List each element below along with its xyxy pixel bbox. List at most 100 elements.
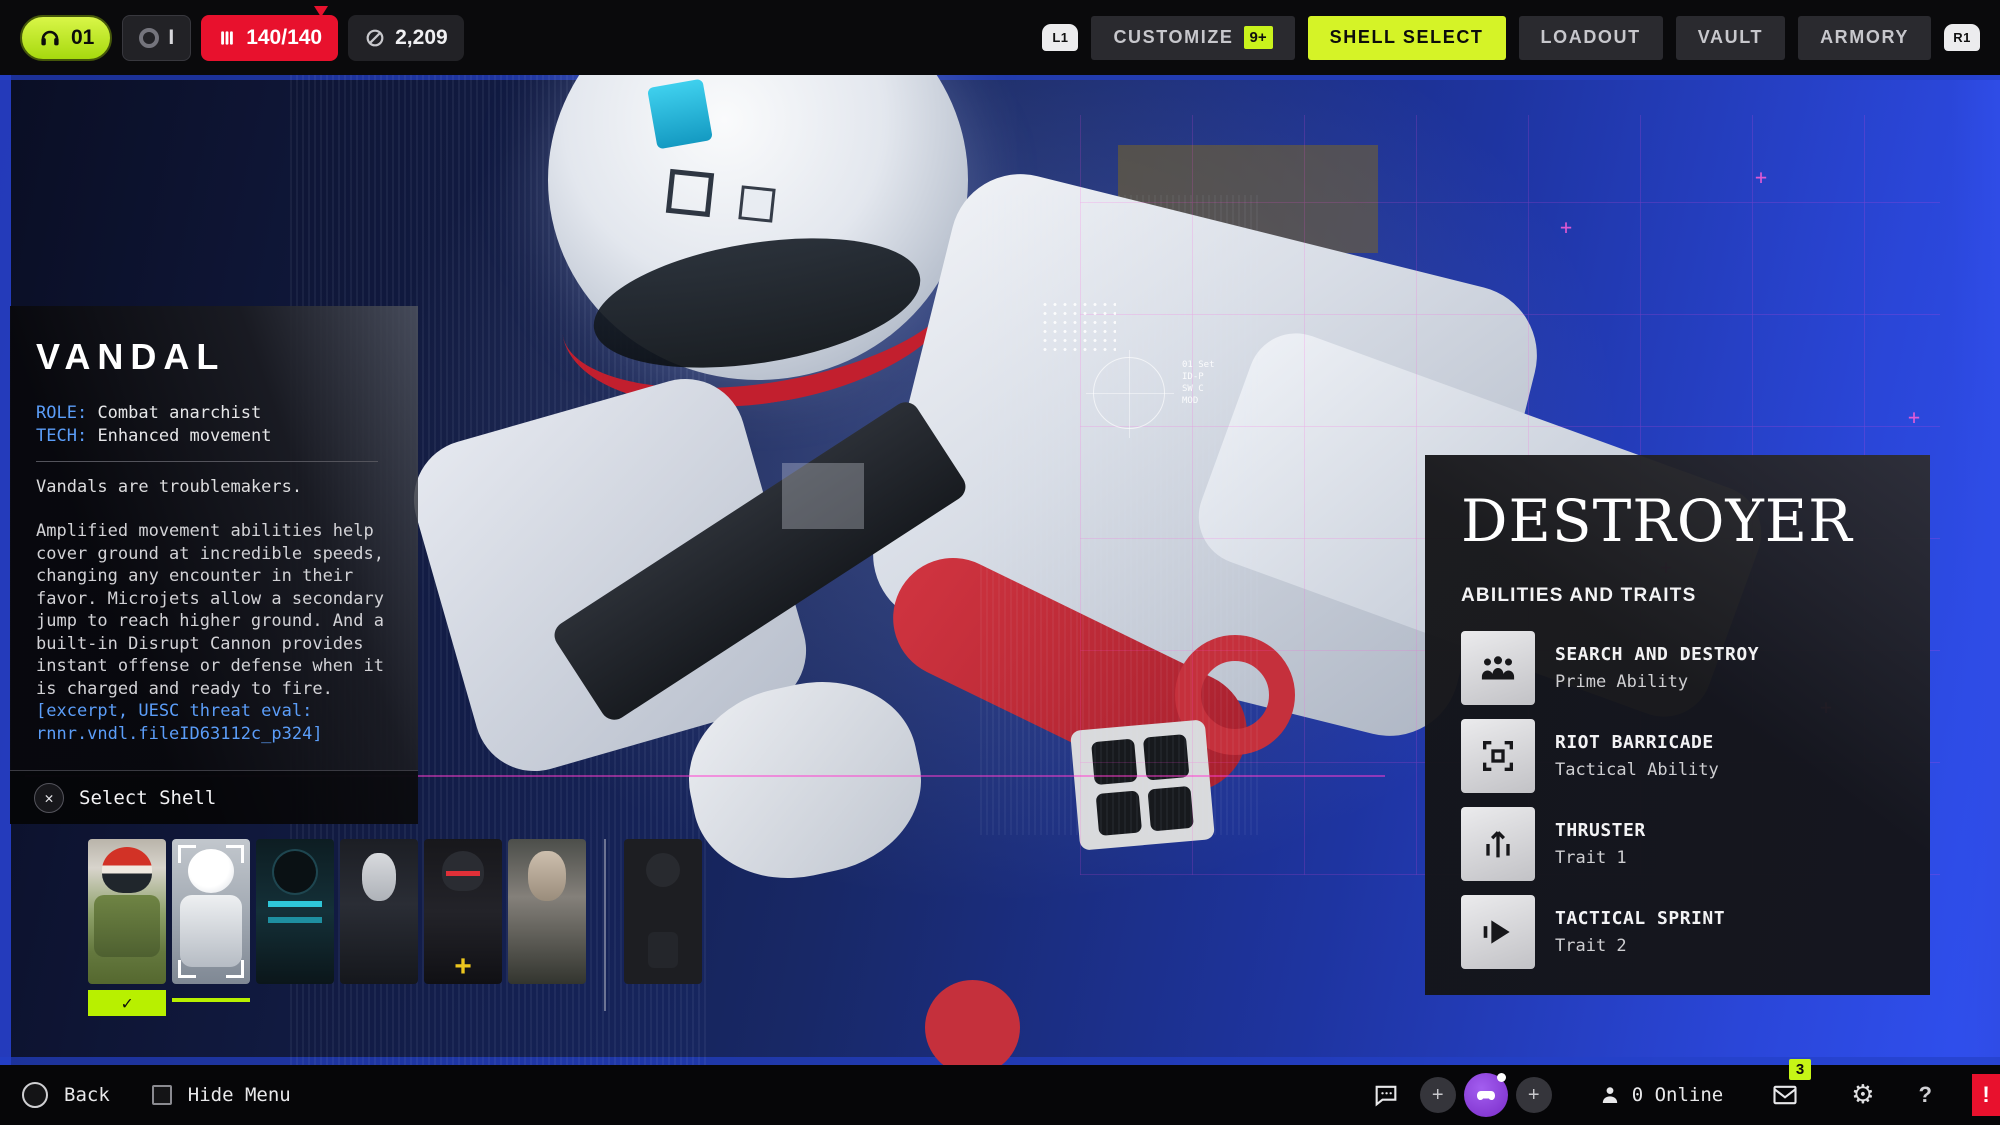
barricade-icon bbox=[1461, 719, 1535, 793]
shell-thumbnail-viewing[interactable] bbox=[172, 839, 250, 984]
l1-shoulder-icon: L1 bbox=[1042, 24, 1078, 51]
purchase-plus-icon: + bbox=[454, 950, 472, 984]
cross-button-icon: ✕ bbox=[34, 783, 64, 813]
ammo-count: 140/140 bbox=[246, 26, 322, 50]
ability-text: TACTICAL SPRINT Trait 2 bbox=[1555, 908, 1725, 956]
alert-notification-tab[interactable]: ! bbox=[1972, 1074, 2000, 1116]
role-value: Combat anarchist bbox=[97, 403, 261, 423]
top-bar-nav: L1 CUSTOMIZE 9+ SHELL SELECT LOADOUT VAU… bbox=[1042, 16, 1980, 60]
tab-shell-select[interactable]: SHELL SELECT bbox=[1308, 16, 1506, 60]
plus-icon: + bbox=[1432, 1084, 1444, 1107]
hud-readout-line: MOD bbox=[1182, 395, 1215, 407]
ability-name: RIOT BARRICADE bbox=[1555, 732, 1719, 753]
tech-label: TECH: bbox=[36, 426, 87, 446]
hud-readout-line: ID-P bbox=[1182, 371, 1215, 383]
ability-type: Tactical Ability bbox=[1555, 760, 1719, 780]
social-hub-button[interactable] bbox=[1464, 1073, 1508, 1117]
helmet-marking bbox=[666, 169, 714, 217]
ability-text: THRUSTER Trait 1 bbox=[1555, 820, 1646, 868]
shell-slot-1: ✓ bbox=[88, 839, 166, 1016]
chat-button[interactable] bbox=[1372, 1081, 1400, 1109]
tab-loadout[interactable]: LOADOUT bbox=[1519, 16, 1663, 60]
back-label[interactable]: Back bbox=[64, 1084, 110, 1106]
port-number: I bbox=[168, 26, 174, 50]
grid-cross-mark: + bbox=[1560, 215, 1572, 239]
tech-row: TECH: Enhanced movement bbox=[36, 425, 392, 448]
shell-thumbnail[interactable] bbox=[508, 839, 586, 984]
person-icon bbox=[1598, 1083, 1622, 1107]
grid-cross-mark: + bbox=[1755, 165, 1767, 189]
headset-icon bbox=[38, 26, 62, 50]
online-status[interactable]: 0 Online bbox=[1598, 1083, 1724, 1107]
ability-row[interactable]: RIOT BARRICADE Tactical Ability bbox=[1461, 719, 1894, 793]
select-shell-action[interactable]: ✕ Select Shell bbox=[10, 770, 418, 824]
player-badge[interactable]: 01 bbox=[20, 15, 112, 61]
carousel-divider bbox=[604, 839, 606, 1011]
player-number: 01 bbox=[71, 26, 94, 50]
gamepad-icon bbox=[1474, 1083, 1498, 1107]
crowd-icon bbox=[1461, 631, 1535, 705]
abilities-panel: DESTROYER ABILITIES AND TRAITS SEARCH AN… bbox=[1425, 455, 1930, 995]
settings-button[interactable]: ⚙ bbox=[1851, 1080, 1874, 1110]
ability-row[interactable]: TACTICAL SPRINT Trait 2 bbox=[1461, 895, 1894, 969]
ability-text: SEARCH AND DESTROY Prime Ability bbox=[1555, 644, 1759, 692]
hide-menu-label: Hide Menu bbox=[188, 1084, 291, 1106]
top-bar: 01 I 140/140 2,209 bbox=[0, 0, 2000, 75]
tab-armory[interactable]: ARMORY bbox=[1798, 16, 1931, 60]
ability-name: SEARCH AND DESTROY bbox=[1555, 644, 1759, 665]
ability-type: Trait 2 bbox=[1555, 936, 1725, 956]
tab-customize-label: CUSTOMIZE bbox=[1113, 27, 1233, 48]
ability-type: Prime Ability bbox=[1555, 672, 1759, 692]
help-icon: ? bbox=[1919, 1082, 1932, 1108]
ability-row[interactable]: SEARCH AND DESTROY Prime Ability bbox=[1461, 631, 1894, 705]
role-label: ROLE: bbox=[36, 403, 87, 423]
robot-emblem bbox=[925, 980, 1020, 1065]
tab-vault[interactable]: VAULT bbox=[1676, 16, 1785, 60]
mail-count-badge: 3 bbox=[1789, 1059, 1811, 1080]
shell-carousel: ✓ + bbox=[88, 839, 702, 1016]
threat-eval-excerpt: [excerpt, UESC threat eval: rnnr.vndl.fi… bbox=[36, 700, 392, 745]
shell-slot-6 bbox=[508, 839, 586, 984]
selection-bracket bbox=[178, 960, 196, 978]
help-button[interactable]: ? bbox=[1919, 1082, 1932, 1108]
shell-slot-5: + bbox=[424, 839, 502, 984]
chat-icon bbox=[1372, 1081, 1400, 1109]
shell-tagline: Vandals are troublemakers. bbox=[36, 477, 392, 497]
tech-value: Enhanced movement bbox=[97, 426, 271, 446]
shell-class-title: DESTROYER bbox=[1461, 487, 1894, 555]
shell-thumbnail-purchasable[interactable]: + bbox=[424, 839, 502, 984]
hide-menu-checkbox[interactable] bbox=[152, 1085, 172, 1105]
equipped-check-badge: ✓ bbox=[88, 990, 166, 1016]
ability-type: Trait 1 bbox=[1555, 848, 1646, 868]
mail-icon bbox=[1771, 1081, 1799, 1109]
customize-count-badge: 9+ bbox=[1244, 26, 1273, 49]
panel-divider bbox=[36, 461, 378, 462]
hud-dot-cluster bbox=[1040, 300, 1116, 356]
shell-slot-3 bbox=[256, 839, 334, 984]
add-party-slot-button[interactable]: + bbox=[1420, 1077, 1456, 1113]
glitch-patch bbox=[782, 463, 864, 529]
role-row: ROLE: Combat anarchist bbox=[36, 402, 392, 425]
coin-icon bbox=[364, 27, 386, 49]
ammo-badge[interactable]: 140/140 bbox=[201, 15, 338, 61]
currency-badge[interactable]: 2,209 bbox=[348, 15, 464, 61]
shell-thumbnail[interactable] bbox=[256, 839, 334, 984]
shell-thumbnail-locked[interactable] bbox=[624, 839, 702, 984]
select-shell-label: Select Shell bbox=[79, 787, 216, 809]
gear-icon: ⚙ bbox=[1851, 1080, 1874, 1110]
alert-icon: ! bbox=[1982, 1082, 1989, 1108]
shell-thumbnail[interactable] bbox=[340, 839, 418, 984]
ability-row[interactable]: THRUSTER Trait 1 bbox=[1461, 807, 1894, 881]
tab-customize[interactable]: CUSTOMIZE 9+ bbox=[1091, 16, 1294, 60]
notification-dot bbox=[1497, 1073, 1506, 1082]
add-party-slot-button[interactable]: + bbox=[1516, 1077, 1552, 1113]
abilities-heading: ABILITIES AND TRAITS bbox=[1461, 585, 1894, 607]
port-badge[interactable]: I bbox=[122, 15, 191, 61]
bottom-bar-right: + + 0 Online bbox=[1372, 1073, 1932, 1117]
currency-amount: 2,209 bbox=[395, 26, 448, 50]
mail-button[interactable]: 3 bbox=[1771, 1081, 1799, 1109]
shell-thumbnail-equipped[interactable] bbox=[88, 839, 166, 984]
helmet-decal bbox=[647, 79, 713, 150]
bottom-bar-left: Back Hide Menu bbox=[22, 1082, 291, 1108]
top-bar-status-group: 01 I 140/140 2,209 bbox=[20, 15, 464, 61]
